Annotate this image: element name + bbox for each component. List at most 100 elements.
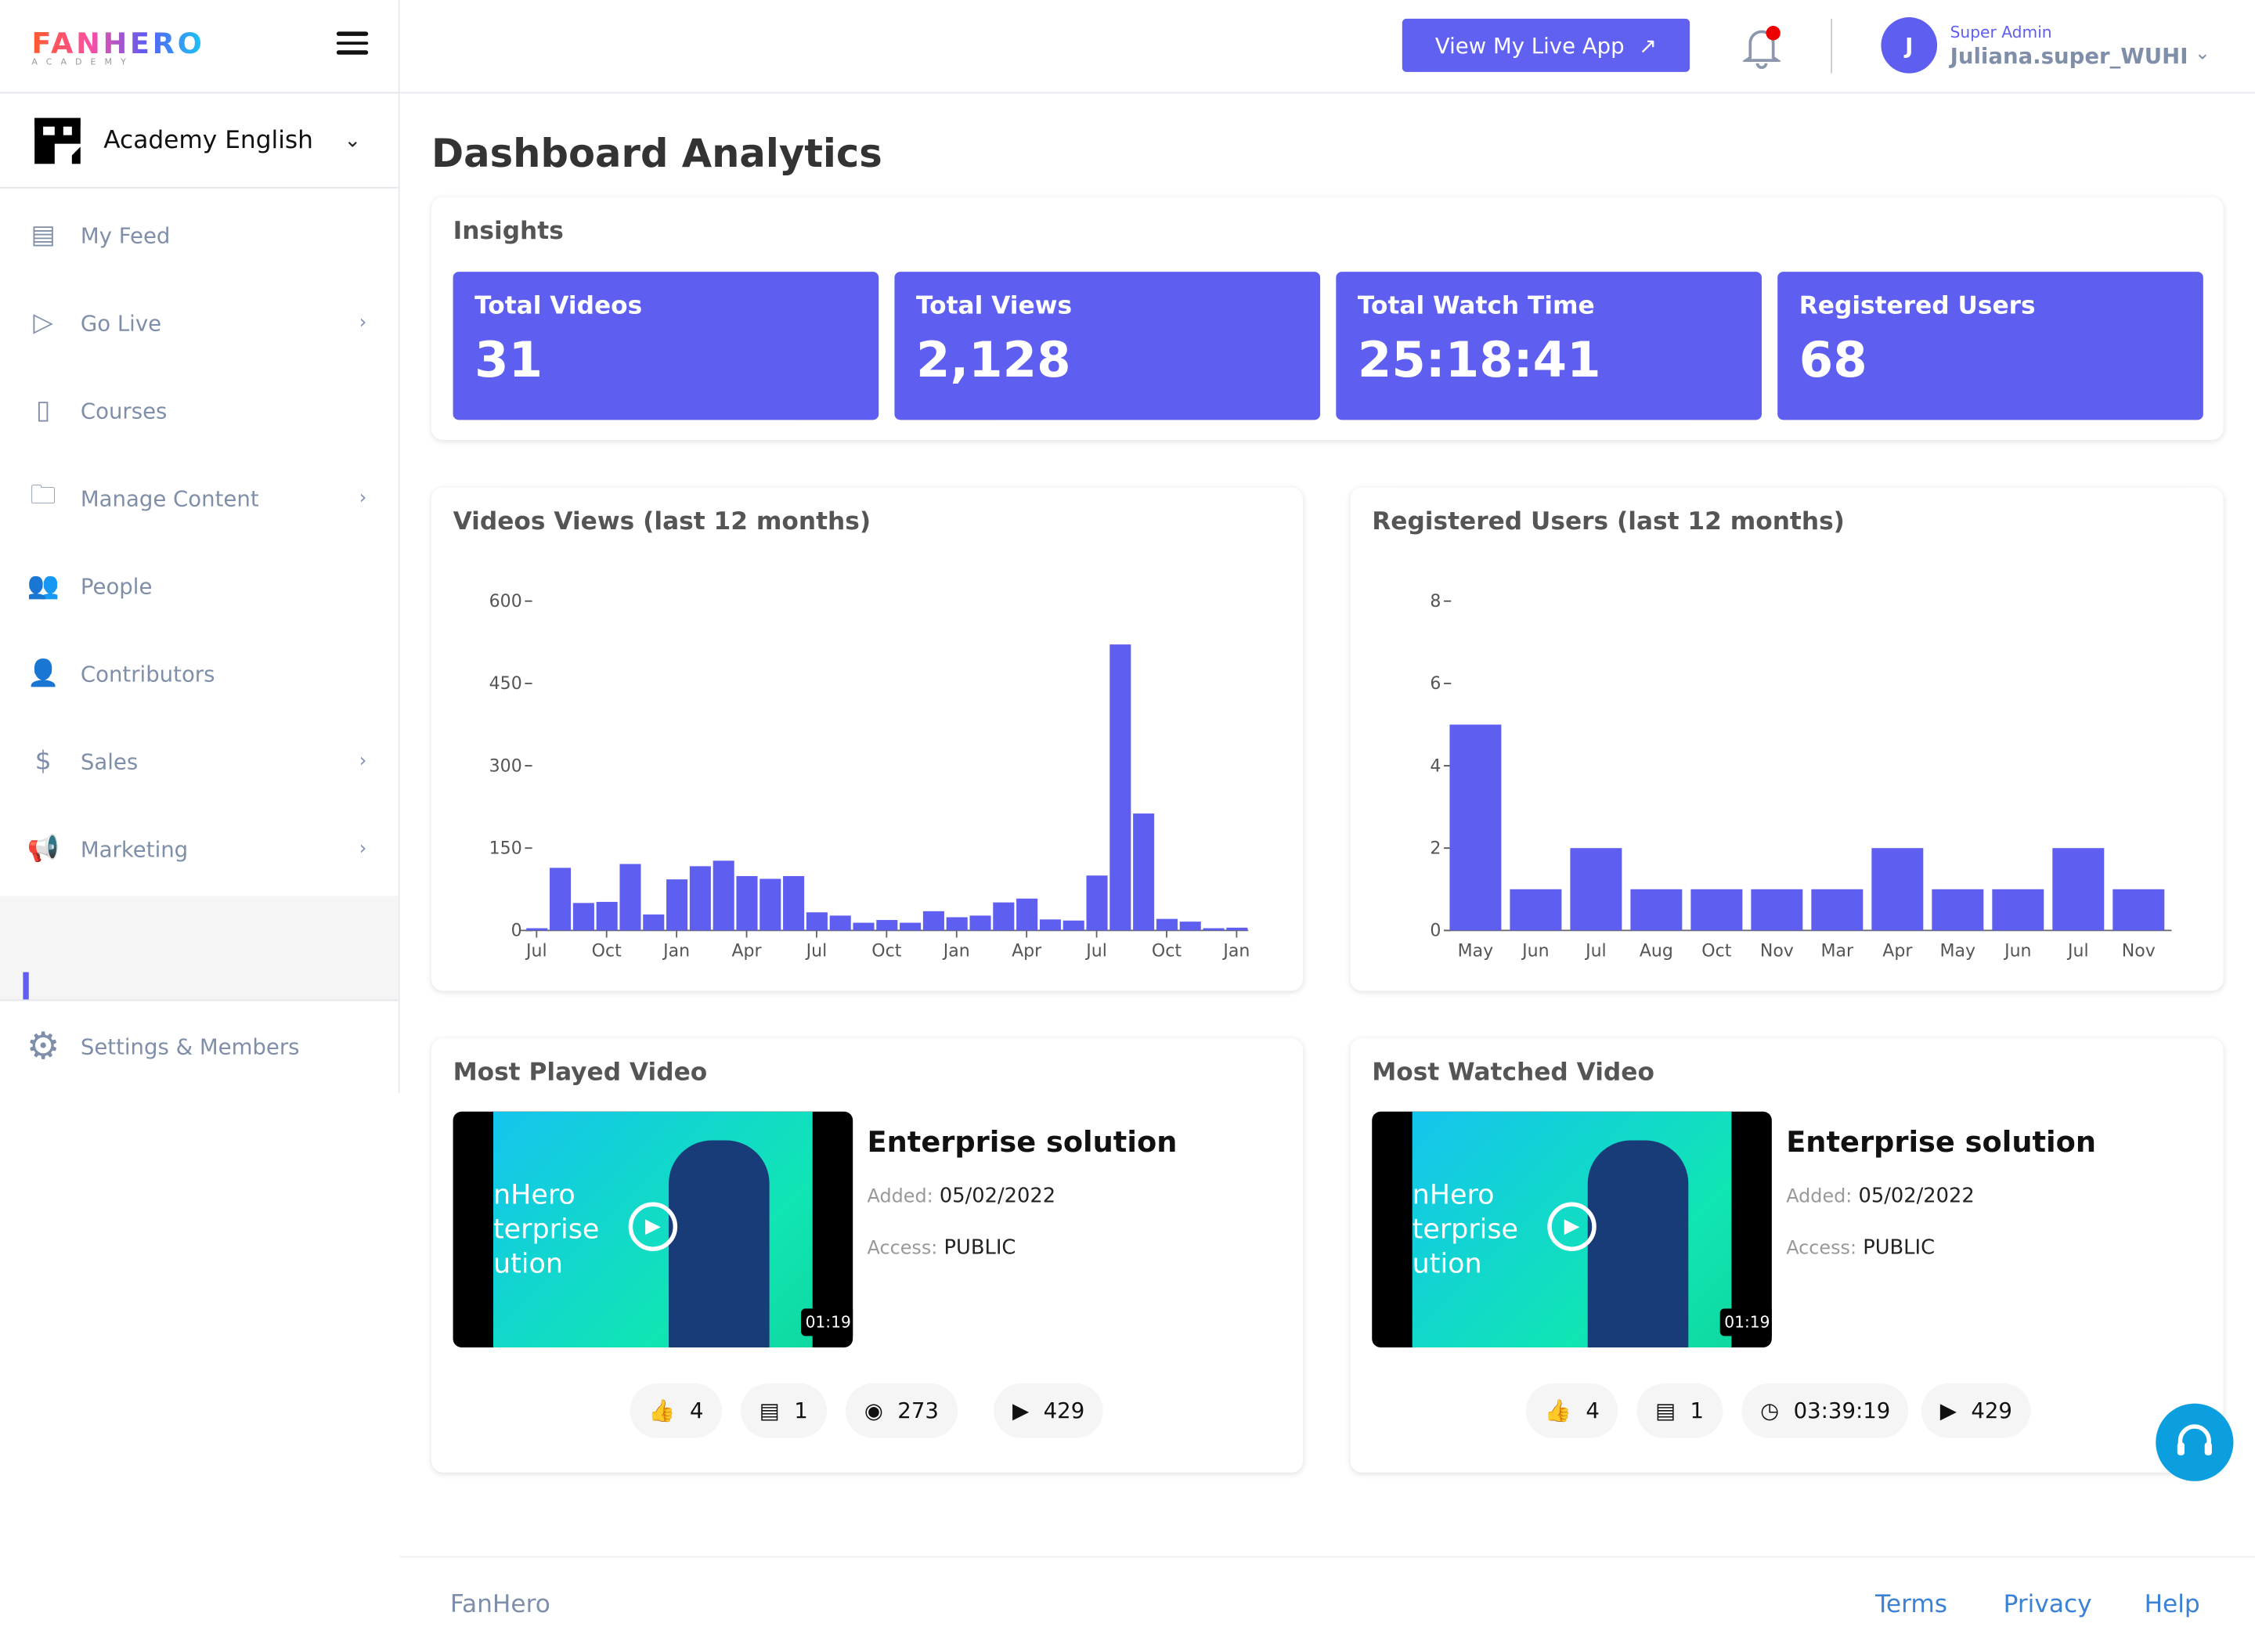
bar [1226, 927, 1248, 931]
meta-value: PUBLIC [1863, 1236, 1936, 1260]
bar [1690, 889, 1743, 931]
play-icon[interactable]: ▶ [628, 1202, 678, 1251]
bar [1016, 898, 1038, 931]
charts-layer: 0 150 300 450 600 Jul Oct Jan Apr Jul Oct Jan Apr Jul… [489, 592, 2172, 961]
video-access: Access: PUBLIC [868, 1237, 1016, 1260]
support-button[interactable] [2156, 1403, 2234, 1481]
x-tick-label: Apr [731, 941, 762, 961]
meta-label: Access: [867, 1238, 938, 1260]
comment-icon: ▤ [1655, 1398, 1676, 1424]
x-tick-label: Nov [1760, 941, 1794, 961]
most-watched-card: Most Watched Video nHero terprise ution … [1350, 1038, 2224, 1473]
y-tick-label: 4 [1430, 756, 1441, 776]
stat-value: 4 [690, 1398, 704, 1424]
video-thumbnail[interactable]: nHero terprise ution ▶ 01:19 [1372, 1111, 1772, 1348]
x-tick-label: Jun [2003, 941, 2031, 961]
headset-icon [2177, 1424, 2212, 1455]
card-title: Most Watched Video [1372, 1058, 1654, 1088]
x-tick-label: Mar [1821, 941, 1855, 961]
bar [550, 867, 572, 931]
eye-icon: ◉ [864, 1398, 883, 1424]
play-icon[interactable]: ▶ [1547, 1202, 1597, 1251]
x-tick-label: Jan [942, 941, 970, 961]
y-tick-label: 2 [1430, 839, 1441, 859]
meta-label: Access: [1786, 1238, 1857, 1260]
video-title[interactable]: Enterprise solution [1786, 1124, 2096, 1159]
bar [900, 922, 922, 931]
bar [993, 902, 1015, 931]
x-tick-label: Jul [2066, 941, 2089, 961]
stat-eye: ◉ 273 [845, 1383, 958, 1438]
bar [759, 878, 781, 931]
gear-icon: ⚙ [26, 1024, 60, 1068]
bar [526, 928, 548, 931]
bar [1751, 889, 1803, 931]
bar [1630, 889, 1683, 931]
y-tick-label: 450 [489, 674, 522, 694]
bar [572, 903, 594, 931]
x-tick-label: Jul [525, 941, 547, 961]
x-tick-label: Apr [1012, 941, 1042, 961]
stat-value: 429 [1043, 1398, 1085, 1424]
bar [1156, 918, 1178, 931]
bar [619, 864, 641, 931]
play-circle-icon: ▶ [1012, 1398, 1030, 1424]
thumbs-up-icon: 👍 [1544, 1398, 1571, 1424]
x-tick-label: Jul [805, 941, 828, 961]
x-tick-label: Aug [1640, 941, 1673, 961]
x-tick-label: Nov [2122, 941, 2156, 961]
meta-label: Added: [1786, 1186, 1853, 1208]
terms-link[interactable]: Terms [1875, 1590, 1947, 1619]
stat-play-circle: ▶ 429 [994, 1383, 1104, 1438]
stat-value: 273 [897, 1398, 939, 1424]
bar [806, 912, 828, 931]
y-tick-label: 8 [1430, 592, 1441, 611]
video-title[interactable]: Enterprise solution [868, 1124, 1178, 1159]
bar [2112, 889, 2165, 931]
stat-thumbs-up: 👍 4 [1525, 1383, 1618, 1438]
privacy-link[interactable]: Privacy [2004, 1590, 2092, 1619]
bar [969, 915, 991, 931]
meta-label: Added: [867, 1186, 933, 1208]
bar [596, 901, 618, 931]
sidebar-item-settings[interactable]: ⚙ Settings & Members [0, 1002, 399, 1090]
video-added: Added: 05/02/2022 [1786, 1185, 1975, 1207]
x-tick-label: Oct [871, 941, 901, 961]
thumbnail-text: nHero terprise ution [1412, 1179, 1519, 1280]
bar [736, 875, 758, 931]
bar [876, 920, 898, 931]
bar [1570, 848, 1622, 931]
bar [1133, 813, 1155, 931]
x-tick-label: Jul [1084, 941, 1107, 961]
bar [829, 915, 851, 931]
y-tick-label: 0 [511, 922, 522, 941]
bar [1109, 644, 1131, 931]
video-access: Access: PUBLIC [1786, 1237, 1935, 1260]
stat-play-circle: ▶ 429 [1921, 1383, 2031, 1438]
y-tick-label: 600 [489, 592, 522, 611]
video-thumbnail[interactable]: nHero terprise ution ▶ 01:19 [453, 1111, 853, 1348]
bar [713, 860, 734, 931]
bar [1039, 919, 1061, 931]
thumbnail-text: nHero terprise ution [492, 1179, 600, 1280]
x-tick-label: Oct [592, 941, 622, 961]
x-tick-label: May [1458, 941, 1494, 961]
bar [1871, 848, 1924, 931]
clock-icon: ◷ [1760, 1398, 1780, 1424]
x-tick-label: Jan [662, 941, 690, 961]
card-title: Most Played Video [453, 1058, 708, 1088]
bar [783, 875, 805, 931]
help-link[interactable]: Help [2145, 1590, 2200, 1619]
stat-value: 4 [1586, 1398, 1600, 1424]
y-tick-label: 300 [489, 756, 522, 776]
y-tick-label: 0 [1430, 922, 1441, 941]
stat-clock: ◷ 03:39:19 [1741, 1383, 1910, 1438]
y-tick-label: 150 [489, 839, 522, 859]
bar [1811, 889, 1864, 931]
bar [1063, 920, 1084, 931]
bar [1932, 889, 1984, 931]
video-added: Added: 05/02/2022 [868, 1185, 1056, 1207]
footer: FanHero Terms Privacy Help [399, 1556, 2255, 1652]
bar [1510, 889, 1562, 931]
stat-value: 03:39:19 [1793, 1398, 1891, 1424]
